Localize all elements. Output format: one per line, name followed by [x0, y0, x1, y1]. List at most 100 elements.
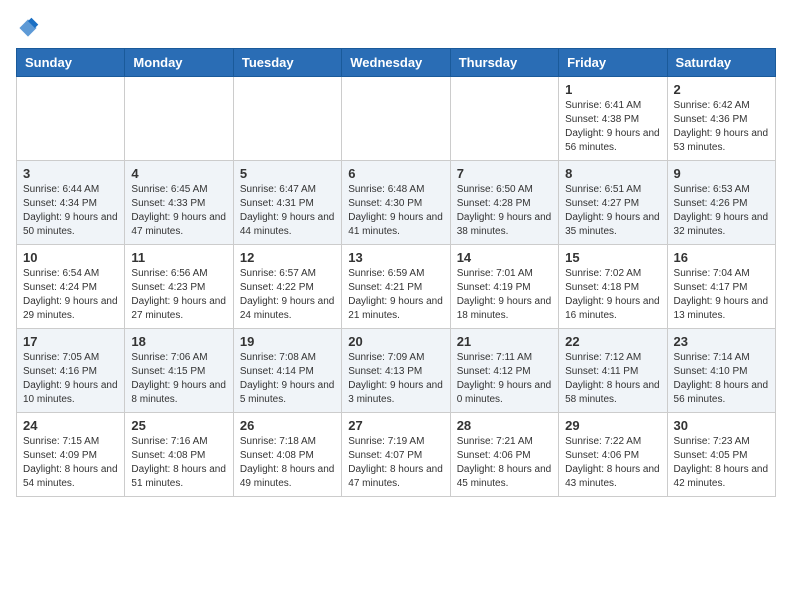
day-number: 20 [348, 334, 443, 349]
calendar-cell: 16Sunrise: 7:04 AM Sunset: 4:17 PM Dayli… [667, 245, 775, 329]
day-info: Sunrise: 7:05 AM Sunset: 4:16 PM Dayligh… [23, 351, 118, 407]
day-number: 1 [565, 82, 660, 97]
day-info: Sunrise: 7:23 AM Sunset: 4:05 PM Dayligh… [674, 435, 769, 491]
calendar-cell [450, 77, 558, 161]
calendar-header-row: SundayMondayTuesdayWednesdayThursdayFrid… [17, 49, 776, 77]
day-number: 4 [131, 166, 226, 181]
column-header-wednesday: Wednesday [342, 49, 450, 77]
day-number: 19 [240, 334, 335, 349]
calendar-week-row: 1 Sunrise: 6:41 AM Sunset: 4:38 PM Daylig… [17, 77, 776, 161]
calendar-cell: 10 Sunrise: 6:54 AM Sunset: 4:24 PM Dayli… [17, 245, 125, 329]
day-info: Sunrise: 6:41 AM Sunset: 4:38 PM Dayligh… [565, 99, 660, 155]
day-info: Sunrise: 7:06 AM Sunset: 4:15 PM Dayligh… [131, 351, 226, 407]
calendar-cell: 21 Sunrise: 7:11 AM Sunset: 4:12 PM Dayli… [450, 329, 558, 413]
calendar-cell: 17 Sunrise: 7:05 AM Sunset: 4:16 PM Dayli… [17, 329, 125, 413]
column-header-thursday: Thursday [450, 49, 558, 77]
calendar-week-row: 10 Sunrise: 6:54 AM Sunset: 4:24 PM Dayli… [17, 245, 776, 329]
day-number: 10 [23, 250, 118, 265]
calendar-cell: 14Sunrise: 7:01 AM Sunset: 4:19 PM Dayli… [450, 245, 558, 329]
calendar-cell: 12 Sunrise: 6:57 AM Sunset: 4:22 PM Dayli… [233, 245, 341, 329]
day-info: Sunrise: 6:45 AM Sunset: 4:33 PM Dayligh… [131, 183, 226, 239]
calendar-cell: 25Sunrise: 7:16 AM Sunset: 4:08 PM Dayli… [125, 413, 233, 497]
day-info: Sunrise: 7:11 AM Sunset: 4:12 PM Dayligh… [457, 351, 552, 407]
calendar-cell: 20 Sunrise: 7:09 AM Sunset: 4:13 PM Dayli… [342, 329, 450, 413]
calendar-cell: 5Sunrise: 6:47 AM Sunset: 4:31 PM Daylig… [233, 161, 341, 245]
calendar-cell: 7 Sunrise: 6:50 AM Sunset: 4:28 PM Daylig… [450, 161, 558, 245]
day-number: 28 [457, 418, 552, 433]
day-info: Sunrise: 7:08 AM Sunset: 4:14 PM Dayligh… [240, 351, 335, 407]
day-info: Sunrise: 6:44 AM Sunset: 4:34 PM Dayligh… [23, 183, 118, 239]
day-info: Sunrise: 7:14 AM Sunset: 4:10 PM Dayligh… [674, 351, 769, 407]
day-info: Sunrise: 7:02 AM Sunset: 4:18 PM Dayligh… [565, 267, 660, 323]
calendar-cell: 23 Sunrise: 7:14 AM Sunset: 4:10 PM Dayli… [667, 329, 775, 413]
day-info: Sunrise: 7:04 AM Sunset: 4:17 PM Dayligh… [674, 267, 769, 323]
day-info: Sunrise: 6:59 AM Sunset: 4:21 PM Dayligh… [348, 267, 443, 323]
day-number: 9 [674, 166, 769, 181]
day-info: Sunrise: 6:54 AM Sunset: 4:24 PM Dayligh… [23, 267, 118, 323]
calendar-cell: 27 Sunrise: 7:19 AM Sunset: 4:07 PM Dayli… [342, 413, 450, 497]
column-header-friday: Friday [559, 49, 667, 77]
day-number: 24 [23, 418, 118, 433]
day-info: Sunrise: 6:48 AM Sunset: 4:30 PM Dayligh… [348, 183, 443, 239]
day-number: 21 [457, 334, 552, 349]
day-info: Sunrise: 6:53 AM Sunset: 4:26 PM Dayligh… [674, 183, 769, 239]
page-header [16, 16, 776, 40]
day-info: Sunrise: 6:57 AM Sunset: 4:22 PM Dayligh… [240, 267, 335, 323]
day-info: Sunrise: 6:56 AM Sunset: 4:23 PM Dayligh… [131, 267, 226, 323]
day-number: 12 [240, 250, 335, 265]
day-info: Sunrise: 6:50 AM Sunset: 4:28 PM Dayligh… [457, 183, 552, 239]
day-number: 26 [240, 418, 335, 433]
calendar-cell: 3 Sunrise: 6:44 AM Sunset: 4:34 PM Daylig… [17, 161, 125, 245]
calendar-cell: 1 Sunrise: 6:41 AM Sunset: 4:38 PM Daylig… [559, 77, 667, 161]
calendar-week-row: 17 Sunrise: 7:05 AM Sunset: 4:16 PM Dayli… [17, 329, 776, 413]
calendar-cell: 28 Sunrise: 7:21 AM Sunset: 4:06 PM Dayli… [450, 413, 558, 497]
logo [16, 16, 44, 40]
day-info: Sunrise: 7:16 AM Sunset: 4:08 PM Dayligh… [131, 435, 226, 491]
day-number: 8 [565, 166, 660, 181]
day-number: 7 [457, 166, 552, 181]
day-info: Sunrise: 7:18 AM Sunset: 4:08 PM Dayligh… [240, 435, 335, 491]
day-info: Sunrise: 6:42 AM Sunset: 4:36 PM Dayligh… [674, 99, 769, 155]
day-number: 13 [348, 250, 443, 265]
day-number: 11 [131, 250, 226, 265]
day-info: Sunrise: 7:15 AM Sunset: 4:09 PM Dayligh… [23, 435, 118, 491]
day-number: 3 [23, 166, 118, 181]
day-number: 17 [23, 334, 118, 349]
calendar-cell: 19 Sunrise: 7:08 AM Sunset: 4:14 PM Dayli… [233, 329, 341, 413]
calendar-cell [342, 77, 450, 161]
calendar-cell: 18Sunrise: 7:06 AM Sunset: 4:15 PM Dayli… [125, 329, 233, 413]
calendar-cell: 2Sunrise: 6:42 AM Sunset: 4:36 PM Daylig… [667, 77, 775, 161]
column-header-tuesday: Tuesday [233, 49, 341, 77]
calendar-cell [125, 77, 233, 161]
day-number: 15 [565, 250, 660, 265]
calendar-cell: 26 Sunrise: 7:18 AM Sunset: 4:08 PM Dayli… [233, 413, 341, 497]
calendar-cell [233, 77, 341, 161]
day-info: Sunrise: 7:12 AM Sunset: 4:11 PM Dayligh… [565, 351, 660, 407]
day-number: 22 [565, 334, 660, 349]
calendar-cell: 22 Sunrise: 7:12 AM Sunset: 4:11 PM Dayli… [559, 329, 667, 413]
calendar-cell: 8 Sunrise: 6:51 AM Sunset: 4:27 PM Daylig… [559, 161, 667, 245]
calendar-cell: 30 Sunrise: 7:23 AM Sunset: 4:05 PM Dayli… [667, 413, 775, 497]
day-info: Sunrise: 7:09 AM Sunset: 4:13 PM Dayligh… [348, 351, 443, 407]
calendar-cell: 24 Sunrise: 7:15 AM Sunset: 4:09 PM Dayli… [17, 413, 125, 497]
day-number: 27 [348, 418, 443, 433]
day-number: 29 [565, 418, 660, 433]
column-header-saturday: Saturday [667, 49, 775, 77]
day-number: 30 [674, 418, 769, 433]
day-info: Sunrise: 6:51 AM Sunset: 4:27 PM Dayligh… [565, 183, 660, 239]
day-info: Sunrise: 7:19 AM Sunset: 4:07 PM Dayligh… [348, 435, 443, 491]
calendar-cell: 9 Sunrise: 6:53 AM Sunset: 4:26 PM Daylig… [667, 161, 775, 245]
calendar-table: SundayMondayTuesdayWednesdayThursdayFrid… [16, 48, 776, 497]
calendar-cell [17, 77, 125, 161]
column-header-sunday: Sunday [17, 49, 125, 77]
calendar-week-row: 3 Sunrise: 6:44 AM Sunset: 4:34 PM Daylig… [17, 161, 776, 245]
calendar-cell: 6 Sunrise: 6:48 AM Sunset: 4:30 PM Daylig… [342, 161, 450, 245]
calendar-week-row: 24 Sunrise: 7:15 AM Sunset: 4:09 PM Dayli… [17, 413, 776, 497]
calendar-cell: 13 Sunrise: 6:59 AM Sunset: 4:21 PM Dayli… [342, 245, 450, 329]
day-number: 5 [240, 166, 335, 181]
day-number: 23 [674, 334, 769, 349]
calendar-cell: 15 Sunrise: 7:02 AM Sunset: 4:18 PM Dayli… [559, 245, 667, 329]
calendar-cell: 4 Sunrise: 6:45 AM Sunset: 4:33 PM Daylig… [125, 161, 233, 245]
day-number: 6 [348, 166, 443, 181]
day-info: Sunrise: 7:21 AM Sunset: 4:06 PM Dayligh… [457, 435, 552, 491]
